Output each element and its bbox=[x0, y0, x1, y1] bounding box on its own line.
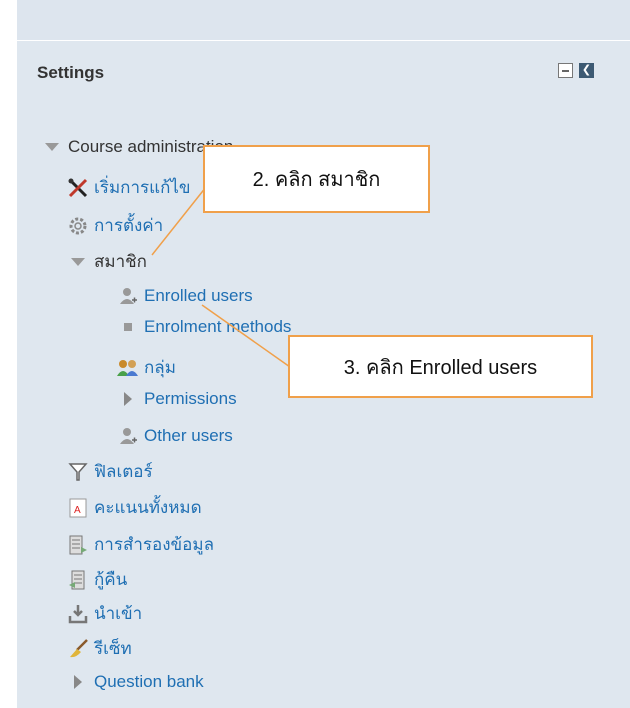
callout-3-line bbox=[201, 304, 291, 368]
callout-step-2: 2. คลิก สมาชิก bbox=[203, 145, 430, 213]
callout-step-3: 3. คลิก Enrolled users bbox=[288, 335, 593, 398]
callout-2-line bbox=[151, 181, 211, 256]
